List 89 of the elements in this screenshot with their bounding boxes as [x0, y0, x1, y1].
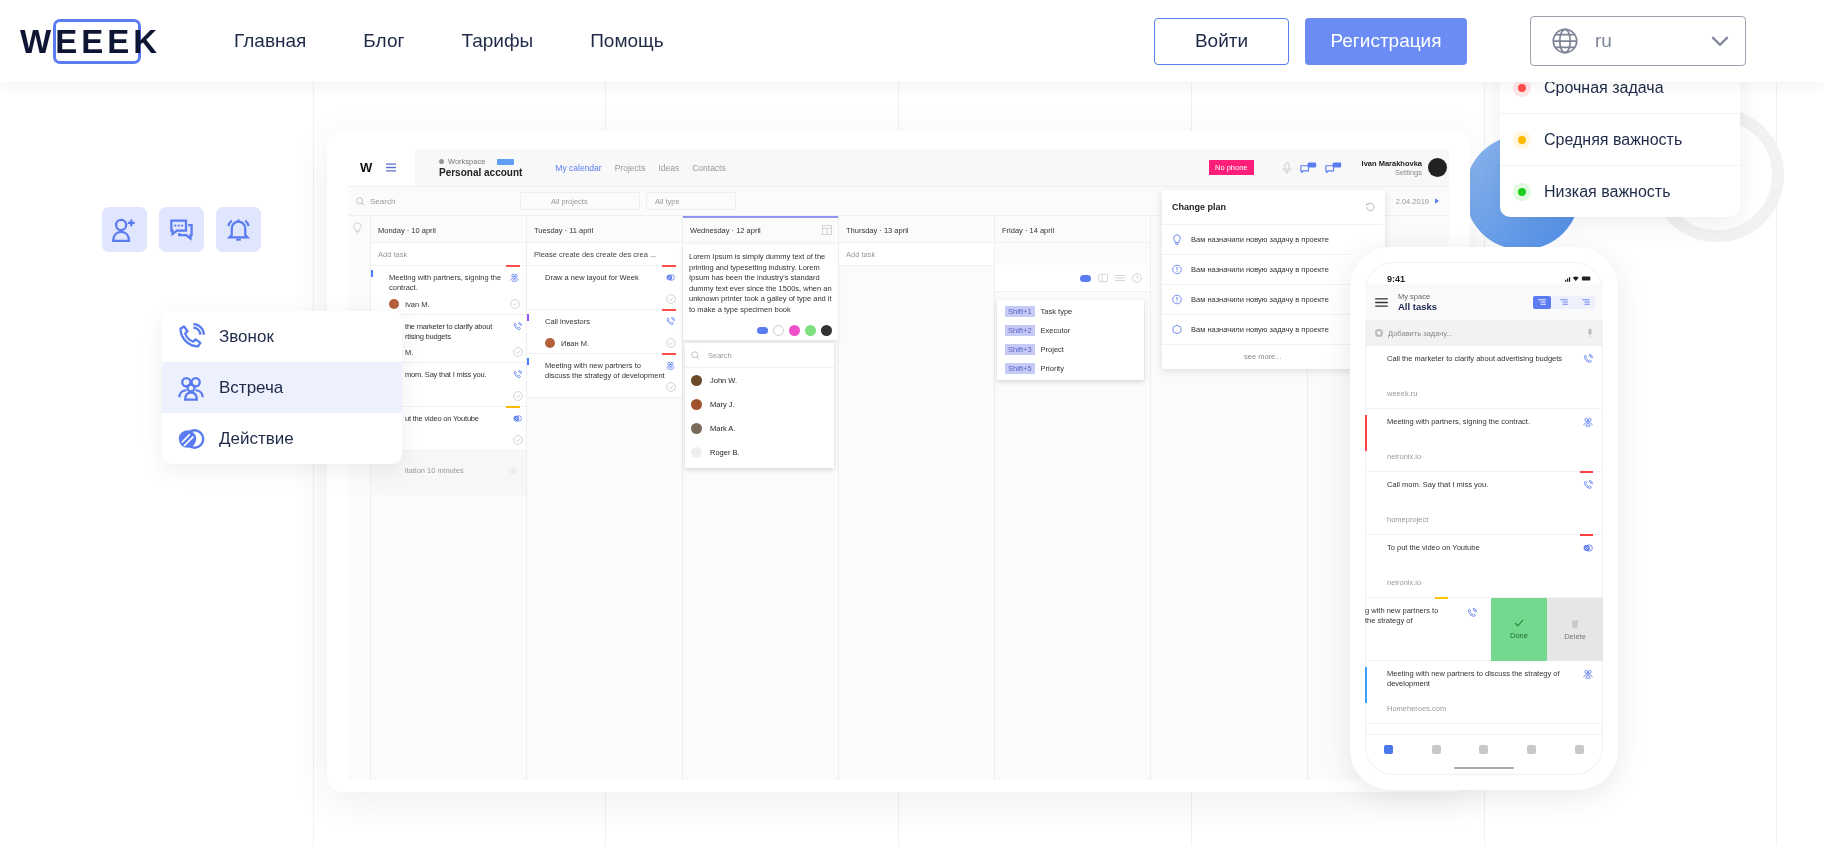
check-circle-icon[interactable] — [665, 338, 676, 348]
avatar-icon — [691, 422, 702, 434]
add-user-icon — [111, 216, 138, 243]
phone-icon — [1467, 608, 1477, 618]
layout-icon[interactable] — [822, 225, 832, 235]
avatar-icon[interactable] — [1428, 158, 1447, 177]
home-indicator — [1454, 767, 1514, 769]
avatar-icon — [691, 398, 702, 410]
toggle-icon[interactable] — [757, 327, 768, 334]
phone-icon — [513, 322, 522, 331]
check-circle-icon[interactable] — [512, 391, 523, 401]
plus-circle-icon — [1375, 329, 1383, 337]
plan-badge — [497, 158, 515, 165]
action-icon — [1583, 543, 1593, 553]
phone-icon — [1583, 354, 1593, 364]
chevron-down-icon — [1711, 35, 1729, 47]
avatar-icon — [389, 299, 399, 309]
globe-icon — [1551, 27, 1579, 55]
bell-icon — [225, 216, 252, 243]
phone-icon — [513, 370, 522, 379]
menu-icon[interactable] — [1375, 297, 1388, 307]
phone-icon — [1583, 480, 1593, 490]
nav-link[interactable]: Помощь — [590, 30, 664, 52]
app-tab[interactable]: My calendar — [555, 162, 602, 173]
eye-icon — [509, 465, 518, 475]
microphone-icon[interactable] — [1587, 328, 1593, 338]
menu-item[interactable]: Встреча — [162, 362, 402, 413]
language-select[interactable]: ru — [1530, 16, 1746, 66]
login-button[interactable]: Войти — [1154, 17, 1289, 65]
app-logo: W — [360, 160, 373, 175]
chat-button[interactable] — [159, 207, 204, 252]
list-icon — [1582, 299, 1590, 305]
priority-label: Срочная задача — [1544, 78, 1664, 97]
alert-icon — [1172, 264, 1182, 275]
tab-bar-icon[interactable] — [1574, 744, 1584, 754]
tab-bar-icon[interactable] — [1479, 744, 1489, 754]
check-circle-icon[interactable] — [665, 294, 676, 304]
alert-icon — [1172, 294, 1182, 305]
action-icon — [513, 414, 522, 423]
add-user-button[interactable] — [102, 207, 147, 252]
nav-link[interactable]: Главная — [234, 30, 307, 52]
people-icon — [510, 273, 519, 282]
chat-icon[interactable] — [1299, 162, 1317, 173]
check-circle-icon[interactable] — [512, 347, 523, 357]
check-circle-icon[interactable] — [512, 435, 523, 445]
action-icon — [666, 273, 675, 282]
clock-icon[interactable] — [1132, 273, 1142, 283]
lightbulb-icon — [353, 222, 362, 234]
phone-icon — [666, 317, 675, 326]
toggle-icon[interactable] — [1080, 274, 1091, 282]
next-arrow-icon[interactable] — [1435, 198, 1439, 204]
nav-link[interactable]: Блог — [363, 30, 405, 52]
bell-button[interactable] — [216, 207, 261, 252]
panel-title: Change plan — [1172, 202, 1226, 212]
status-time: 9:41 — [1387, 274, 1405, 284]
priority-label: Низкая важность — [1544, 182, 1671, 201]
chat-icon — [168, 216, 195, 243]
nav-link[interactable]: Тарифы — [461, 30, 534, 52]
task-card[interactable] — [683, 245, 838, 340]
view-toggle[interactable] — [1533, 295, 1551, 309]
columns-icon[interactable] — [1098, 273, 1108, 283]
list-icon[interactable] — [1115, 273, 1125, 283]
list-icon — [1560, 299, 1568, 305]
lightbulb-icon — [1172, 234, 1182, 245]
history-icon[interactable] — [1365, 202, 1375, 212]
avatar-icon — [545, 338, 555, 348]
avatar-icon — [691, 374, 702, 386]
tab-bar-icon[interactable] — [1384, 744, 1394, 754]
search-icon — [691, 350, 700, 360]
priority-label: Средняя важность — [1544, 130, 1683, 149]
list-icon — [1538, 299, 1546, 305]
people-icon — [1583, 669, 1593, 679]
check-circle-icon[interactable] — [665, 382, 676, 392]
check-circle-icon[interactable] — [509, 299, 520, 309]
search-field[interactable]: Search — [370, 196, 500, 206]
avatar-icon[interactable] — [821, 325, 832, 336]
hexagon-icon — [1172, 324, 1182, 335]
search-icon — [356, 196, 365, 206]
signal-wifi-battery-icon — [1565, 275, 1591, 282]
microphone-icon[interactable] — [1281, 161, 1292, 174]
account-name[interactable]: Personal account — [439, 167, 523, 178]
people-icon — [666, 361, 675, 370]
trash-icon — [1571, 618, 1579, 628]
people-icon — [1583, 417, 1593, 427]
screen-title: All tasks — [1398, 301, 1438, 312]
check-icon — [1514, 619, 1524, 627]
chat-icon[interactable] — [1324, 162, 1342, 173]
tab-bar-icon[interactable] — [1431, 744, 1441, 754]
tab-bar-icon[interactable] — [1527, 744, 1537, 754]
